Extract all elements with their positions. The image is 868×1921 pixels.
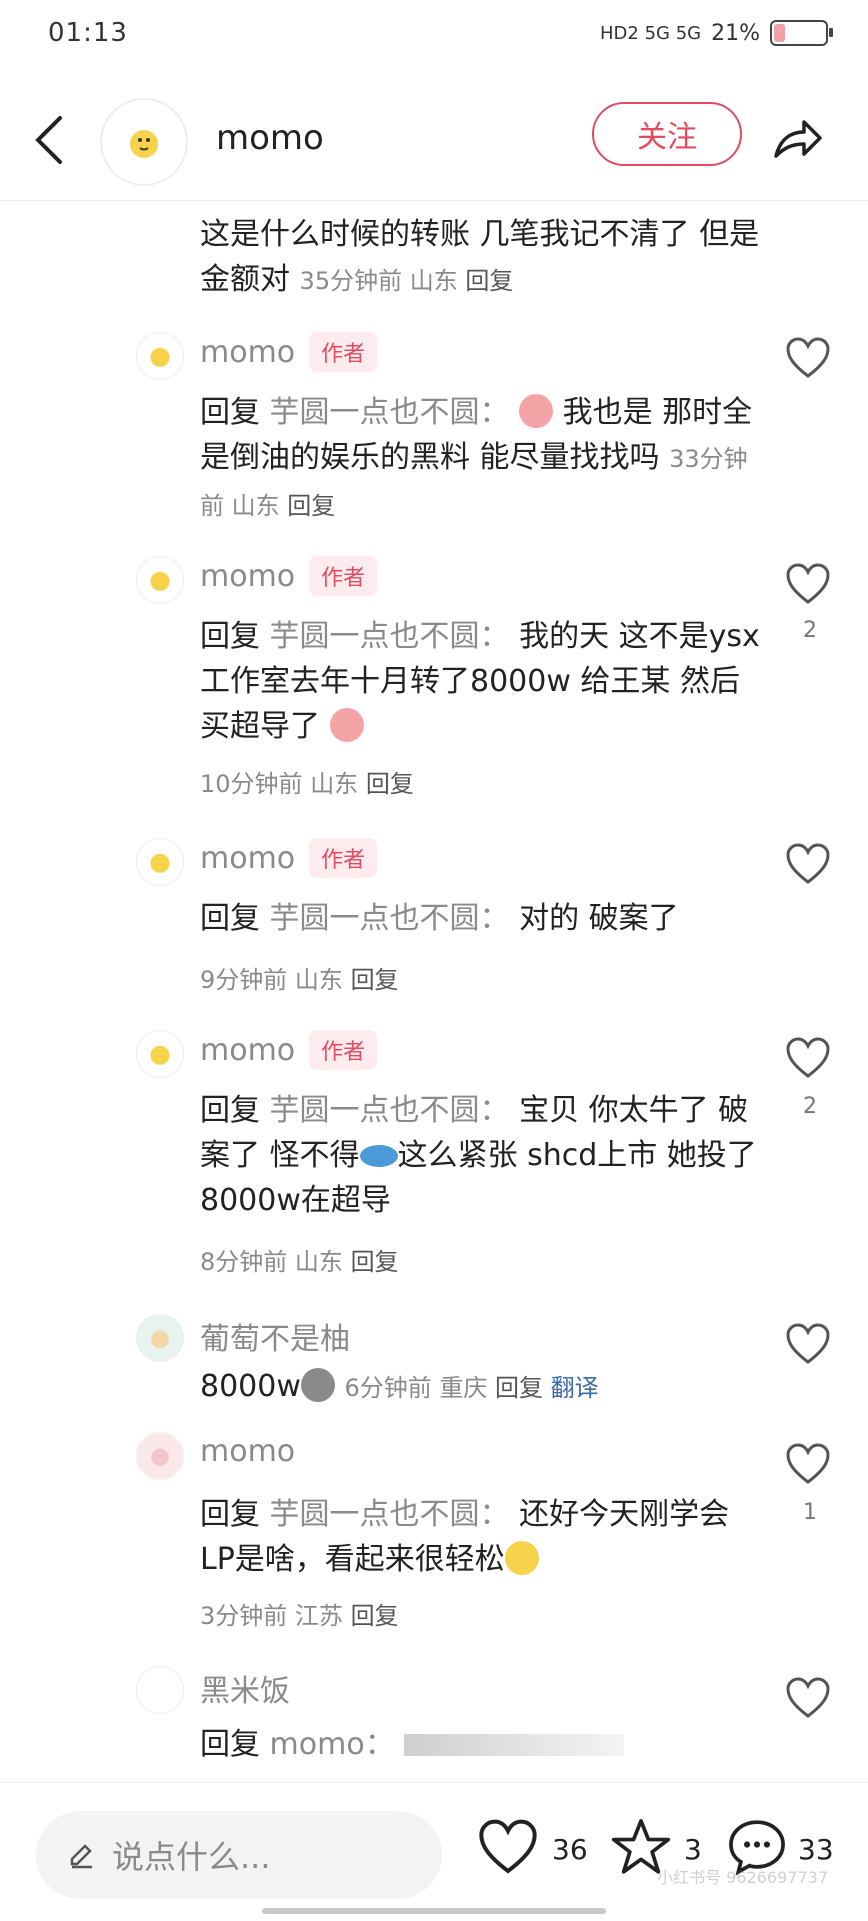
avatar[interactable] [136,1314,184,1362]
author-badge: 作者 [309,1030,378,1070]
like-button[interactable] [784,842,836,890]
avatar[interactable] [136,1030,184,1078]
avatar[interactable] [136,1666,184,1714]
like-count: 1 [803,1500,817,1525]
heart-icon [786,843,830,884]
duck-icon [150,1045,170,1065]
heart-icon [786,1037,830,1078]
author-badge: 作者 [309,838,378,878]
comment-count: 33 [798,1833,834,1866]
avatar[interactable] [136,556,184,604]
reply-link[interactable]: 回复 [287,492,335,520]
reply-link[interactable]: 回复 [351,966,399,994]
comment-text: 8000w 6分钟前 重庆 回复 翻译 [200,1368,599,1404]
like-button[interactable] [784,336,836,384]
heart-icon [786,1677,830,1718]
like-button[interactable] [784,562,836,610]
heart-icon [786,337,830,378]
like-count: 2 [803,1094,817,1119]
fish-emoji-icon [359,1145,398,1167]
cat-avatar-icon [151,1330,169,1349]
commenter-name[interactable]: momo [200,559,295,594]
follow-button[interactable]: 关注 [592,102,742,166]
like-button[interactable] [784,1676,836,1724]
comment-meta: 9分钟前 山东 回复 [200,966,399,994]
comment-text: 回复 芋圆一点也不圆： 宝贝 你太牛了 破案了 怪不得 这么紧张 shcd上市 她… [200,1093,757,1218]
heart-icon [786,563,830,604]
home-indicator[interactable] [262,1908,606,1914]
share-icon [774,120,822,158]
duck-icon [130,130,158,158]
chevron-left-icon [35,116,62,164]
watermark: 小红书号 9626697737 [657,1868,828,1887]
battery-percent: 21% [711,20,760,46]
comment-meta: 10分钟前 山东 回复 [200,770,414,798]
collect-count: 3 [684,1833,702,1866]
network-indicator: HD2 5G 5G [600,22,702,44]
author-badge: 作者 [309,556,378,596]
header: momo 关注 [0,90,868,201]
comment-text: 回复 芋圆一点也不圆： 对的 破案了 [200,901,679,936]
avatar[interactable] [136,332,184,380]
poop-emoji-icon [300,1368,335,1402]
author-name[interactable]: momo [216,118,324,158]
duck-icon [150,571,170,591]
status-time: 01:13 [48,18,128,48]
like-button[interactable] [784,1322,836,1370]
pink-avatar-icon [151,1448,169,1467]
pencil-icon [70,1844,92,1869]
emoji-icon [519,394,554,428]
commenter-name[interactable]: 黑米饭 [200,1666,290,1710]
like-button[interactable] [784,1036,836,1084]
commenter-name[interactable]: 葡萄不是柚 [200,1314,350,1358]
commenter-name[interactable]: momo [200,1033,295,1068]
share-button[interactable] [768,110,828,170]
reply-link[interactable]: 回复 [495,1374,543,1402]
emoji-icon [504,1541,539,1575]
comment-text: 回复 芋圆一点也不圆： 我的天 这不是ysx工作室去年十月转了8000w 给王某… [200,619,760,744]
status-right: HD2 5G 5G 21% [600,20,833,46]
like-button[interactable] [784,1442,836,1490]
like-post-button[interactable] [476,1817,540,1877]
comment-meta: 3分钟前 江苏 回复 [200,1602,399,1630]
comment-text: 回复 芋圆一点也不圆： 还好今天刚学会LP是啥，看起来很轻松 [200,1497,730,1577]
avatar[interactable] [136,838,184,886]
like-count-total: 36 [552,1833,588,1866]
emoji-icon [329,708,364,742]
commenter-name[interactable]: momo [200,335,295,370]
reply-link[interactable]: 回复 [351,1602,399,1630]
back-button[interactable] [30,110,90,180]
duck-icon [150,853,170,873]
heart-icon [786,1323,830,1364]
comment-text: 这是什么时候的转账 几笔我记不清了 但是金额对 35分钟前 山东 回复 [200,217,760,297]
comment-text: 回复 momo： [200,1722,760,1767]
avatar[interactable] [136,1432,184,1480]
comment-meta: 8分钟前 山东 回复 [200,1248,399,1276]
comment-placeholder: 说点什么... [112,1838,271,1876]
comment-input[interactable]: 说点什么... [36,1811,442,1899]
commenter-name[interactable]: momo [200,841,295,876]
battery-icon [770,20,833,46]
heart-icon [786,1443,830,1484]
reply-link[interactable]: 回复 [351,1248,399,1276]
reply-link[interactable]: 回复 [366,770,414,798]
commenter-name[interactable]: momo [200,1434,295,1469]
duck-icon [150,347,170,367]
translate-link[interactable]: 翻译 [551,1374,599,1402]
comment-header: momo 作者 [200,838,378,878]
reply-link[interactable]: 回复 [465,267,513,295]
blurred-text [404,1734,625,1756]
comment-header: momo 作者 [200,332,378,372]
bottom-bar: 说点什么... 36 3 33 [0,1782,868,1921]
like-count: 2 [803,618,817,643]
status-bar: 01:13 HD2 5G 5G 21% [0,0,868,70]
comment-header: momo 作者 [200,556,378,596]
author-avatar[interactable] [100,98,188,186]
comment-header: momo 作者 [200,1030,378,1070]
comment-text: 回复 芋圆一点也不圆： 我也是 那时全是倒油的娱乐的黑料 能尽量找找吗 33分钟… [200,394,753,520]
author-badge: 作者 [309,332,378,372]
heart-icon [479,1819,537,1874]
